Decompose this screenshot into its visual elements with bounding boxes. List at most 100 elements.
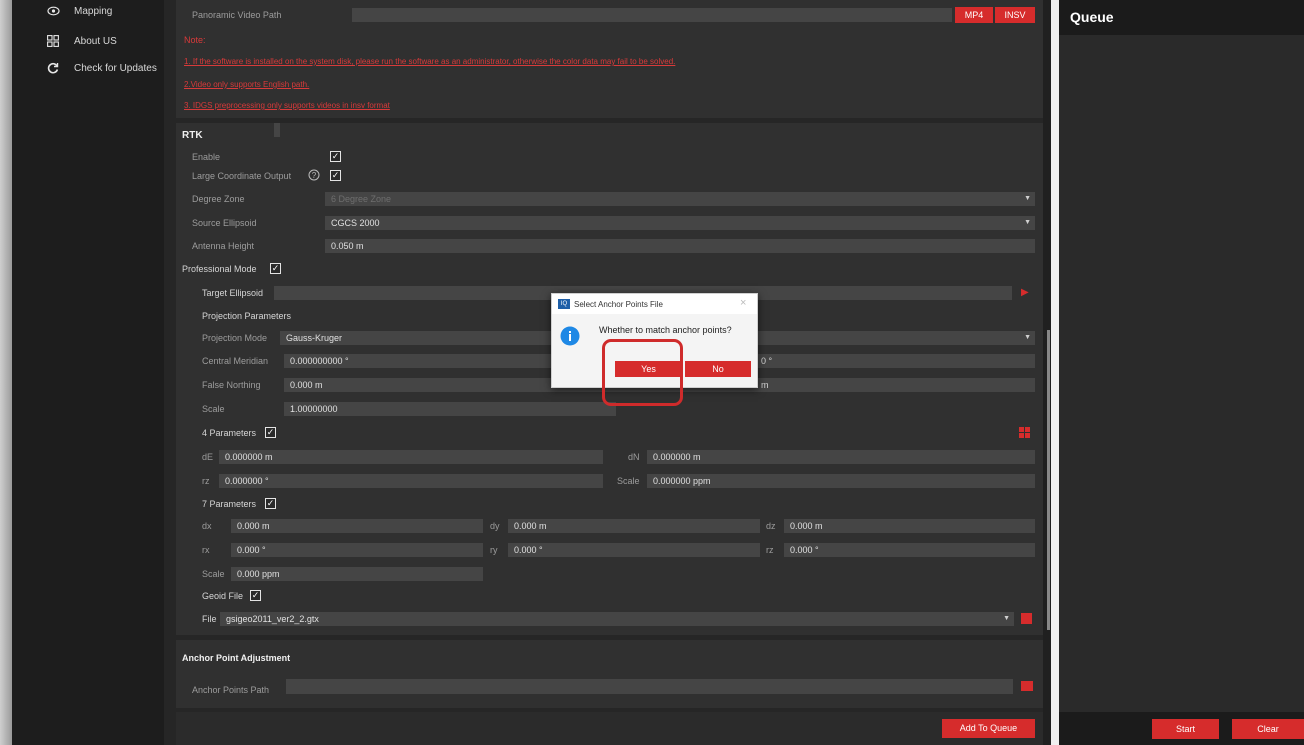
four-params-label: 4 Parameters [202,428,257,438]
note-line-2: 2.Video only supports English path. [184,80,310,89]
grid-icon [46,34,60,48]
no-button[interactable]: No [685,361,751,377]
note-line-3: 3. IDGS preprocessing only supports vide… [184,101,390,110]
sidebar-item-label: Mapping [74,5,113,17]
rz-label: rz [202,476,210,486]
svg-text:?: ? [312,171,317,180]
sidebar-item-label: About US [74,35,117,47]
sidebar-item-mapping[interactable]: Mapping [12,0,164,22]
yes-highlight-annotation [602,339,683,406]
dn-label: dN [628,452,640,462]
dialog-message: Whether to match anchor points? [599,325,732,335]
large-coord-label: Large Coordinate Output [192,171,292,181]
projection-mode-label: Projection Mode [202,333,268,343]
video-path-label: Panoramic Video Path [192,10,282,20]
antenna-height-input[interactable]: 0.050 m [325,239,1035,253]
insv-button[interactable]: INSV [995,7,1035,23]
false-northing-label: False Northing [202,380,261,390]
partial-field-text-1: 0 ° [761,356,773,366]
geoid-file-checkbox[interactable]: ✓ [250,590,261,601]
enable-label: Enable [192,152,221,162]
note-line-1: 1. If the software is installed on the s… [184,57,676,66]
source-ellipsoid-select[interactable]: CGCS 2000 ▼ [325,216,1035,230]
scale7-input[interactable]: 0.000 ppm [231,567,483,581]
de-label: dE [202,452,214,462]
partial-field-text-2: m [761,380,769,390]
de-input[interactable]: 0.000000 m [219,450,603,464]
rz7-label: rz [766,545,774,555]
anchor-path-label: Anchor Points Path [192,685,270,695]
sidebar-item-about[interactable]: About US [12,30,164,52]
queue-footer: Start Clear [1059,712,1304,745]
ry-input[interactable]: 0.000 ° [508,543,760,557]
antenna-height-label: Antenna Height [192,241,255,251]
large-coord-checkbox[interactable]: ✓ [330,170,341,181]
folder-icon[interactable] [1021,613,1032,624]
seven-params-checkbox[interactable]: ✓ [265,498,276,509]
chevron-down-icon: ▼ [1024,334,1031,341]
sidebar-item-label: Check for Updates [74,62,157,74]
scale-label: Scale [202,404,225,414]
add-to-queue-button[interactable]: Add To Queue [942,719,1035,738]
chevron-down-icon: ▼ [1024,195,1031,202]
screen-bezel [0,0,12,745]
scale7-label: Scale [202,569,225,579]
geoid-file-label: Geoid File [202,591,244,601]
clear-button[interactable]: Clear [1232,719,1304,739]
dialog-title: Select Anchor Points File [574,300,663,309]
video-panel: Panoramic Video Path MP4 INSV Note: 1. I… [176,0,1043,118]
projection-mode-value: Gauss-Kruger [286,333,343,343]
sidebar-item-check-updates[interactable]: Check for Updates [12,57,164,79]
rz-input[interactable]: 0.000000 ° [219,474,603,488]
panel-divider [1051,0,1059,745]
info-icon [560,326,580,349]
anchor-path-input[interactable] [286,679,1013,694]
dy-input[interactable]: 0.000 m [508,519,760,533]
play-icon[interactable]: ▶ [1021,287,1029,298]
dialog-title-bar: IQ Select Anchor Points File × [552,294,757,314]
dy-label: dy [490,521,500,531]
queue-panel: Queue Start Clear [1059,0,1304,745]
rx-label: rx [202,545,210,555]
anchor-title: Anchor Point Adjustment [182,653,291,663]
source-ellipsoid-label: Source Ellipsoid [192,218,257,228]
central-meridian-label: Central Meridian [202,356,269,366]
grid-import-icon[interactable] [1019,427,1030,441]
help-icon[interactable]: ? [308,169,320,184]
scale4-input[interactable]: 0.000000 ppm [647,474,1035,488]
scale-input[interactable]: 1.00000000 [284,402,616,416]
source-ellipsoid-value: CGCS 2000 [331,218,380,228]
target-ellipsoid-input[interactable] [274,123,280,137]
professional-mode-label: Professional Mode [182,264,257,274]
projection-parameters-label: Projection Parameters [202,311,292,321]
action-bar: Add To Queue [176,712,1043,745]
file-label: File [202,614,217,624]
start-button[interactable]: Start [1152,719,1219,739]
chevron-down-icon: ▼ [1024,219,1031,226]
degree-zone-label: Degree Zone [192,194,245,204]
scrollbar-thumb[interactable] [1047,330,1050,630]
degree-zone-select[interactable]: 6 Degree Zone ▼ [325,192,1035,206]
geoid-file-value: gsigeo2011_ver2_2.gtx [226,614,319,624]
mapping-icon [46,4,60,18]
scale4-label: Scale [617,476,640,486]
close-icon[interactable]: × [740,297,746,309]
dx-label: dx [202,521,212,531]
mp4-button[interactable]: MP4 [955,7,993,23]
ry-label: ry [490,545,498,555]
sidebar: Mapping About US Check for Updates [12,0,164,745]
rx-input[interactable]: 0.000 ° [231,543,483,557]
refresh-icon [46,61,60,75]
anchor-panel: Anchor Point Adjustment Anchor Points Pa… [176,640,1043,708]
professional-mode-checkbox[interactable]: ✓ [270,263,281,274]
video-path-input[interactable] [352,8,952,22]
folder-icon[interactable] [1021,681,1033,691]
rz7-input[interactable]: 0.000 ° [784,543,1035,557]
dz-input[interactable]: 0.000 m [784,519,1035,533]
dn-input[interactable]: 0.000000 m [647,450,1035,464]
rtk-title: RTK [182,130,203,141]
four-params-checkbox[interactable]: ✓ [265,427,276,438]
geoid-file-select[interactable]: gsigeo2011_ver2_2.gtx ▼ [220,612,1014,626]
enable-checkbox[interactable]: ✓ [330,151,341,162]
dx-input[interactable]: 0.000 m [231,519,483,533]
